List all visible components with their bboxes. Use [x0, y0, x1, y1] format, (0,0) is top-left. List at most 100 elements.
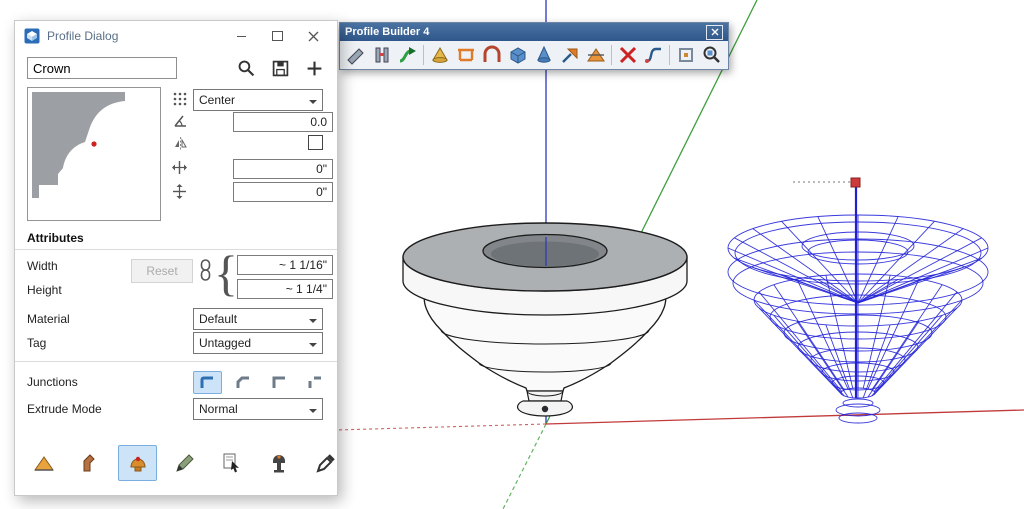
- close-icon: [711, 28, 719, 36]
- box-tool-button[interactable]: [505, 43, 530, 67]
- profile-name-input[interactable]: [27, 57, 177, 79]
- weld-tool-button[interactable]: [641, 43, 666, 67]
- extrude-mode-select[interactable]: Normal: [193, 398, 323, 420]
- tag-select-value: Untagged: [199, 336, 251, 350]
- frame-tool-button[interactable]: [673, 43, 698, 67]
- edit-profile-icon: [173, 451, 197, 475]
- profile-preview[interactable]: [27, 87, 161, 221]
- dialog-title: Profile Dialog: [47, 29, 118, 43]
- arch-icon: [481, 44, 503, 66]
- profile-header-actions: [237, 59, 323, 77]
- trim-tool-button[interactable]: [583, 43, 608, 67]
- junction-option-square[interactable]: [265, 371, 294, 394]
- toolbar-close-button[interactable]: [706, 25, 723, 40]
- flip-icon: [173, 136, 188, 151]
- add-profile-icon[interactable]: [306, 60, 323, 77]
- rotation-angle-icon: [173, 113, 188, 128]
- member-tool-button[interactable]: [343, 43, 368, 67]
- box-icon: [507, 44, 529, 66]
- chevron-down-icon: [309, 409, 317, 417]
- select-members-button[interactable]: [212, 445, 251, 481]
- toolbar-separator: [611, 45, 612, 65]
- wireframe-model[interactable]: [728, 215, 988, 423]
- place-profile-button[interactable]: [118, 445, 157, 481]
- minimize-button[interactable]: [234, 29, 248, 43]
- revolve-tool-button[interactable]: [427, 43, 452, 67]
- toolbar-separator: [669, 45, 670, 65]
- assembly-icon: [371, 44, 393, 66]
- revolve-icon: [429, 44, 451, 66]
- window-controls: [234, 29, 328, 43]
- rotation-field[interactable]: 0.0: [233, 112, 333, 132]
- offset-x-icon: [171, 160, 188, 175]
- junction-square-icon: [272, 376, 287, 389]
- cone-icon: [533, 44, 555, 66]
- save-icon[interactable]: [272, 60, 289, 77]
- split-icon: [617, 44, 639, 66]
- cone-tool-button[interactable]: [531, 43, 556, 67]
- close-button[interactable]: [306, 29, 320, 43]
- height-value: ~ 1 1/4": [286, 282, 327, 296]
- material-select[interactable]: Default: [193, 308, 323, 330]
- zoom-profile-tool-button[interactable]: [699, 43, 724, 67]
- stamp-tool-button[interactable]: [259, 445, 298, 481]
- toolbar-separator: [423, 45, 424, 65]
- follow-path-tool-button[interactable]: [395, 43, 420, 67]
- toolbar-title: Profile Builder 4: [345, 26, 429, 38]
- follow-path-icon: [397, 44, 419, 66]
- assembly-tool-button[interactable]: [369, 43, 394, 67]
- toolbar-icon-row: [340, 41, 728, 69]
- edit-profile-button[interactable]: [165, 445, 204, 481]
- dialog-titlebar: Profile Dialog: [15, 21, 337, 51]
- search-icon[interactable]: [237, 59, 255, 77]
- flip-checkbox[interactable]: [308, 135, 323, 150]
- junction-bevel-icon: [236, 376, 251, 389]
- maximize-button[interactable]: [270, 29, 284, 43]
- material-select-value: Default: [199, 312, 237, 326]
- tag-select[interactable]: Untagged: [193, 332, 323, 354]
- solid-model[interactable]: [403, 223, 687, 416]
- green-axis-negative: [503, 424, 546, 509]
- link-brace: {: [214, 247, 238, 299]
- junction-miter-icon: [200, 376, 215, 389]
- width-field[interactable]: ~ 1 1/16": [237, 255, 333, 275]
- member-icon: [345, 44, 367, 66]
- link-dimensions-icon[interactable]: [199, 259, 212, 281]
- eyedropper-button[interactable]: [306, 445, 345, 481]
- build-tool-button[interactable]: [24, 445, 63, 481]
- frame-icon: [675, 44, 697, 66]
- extrude-mode-label: Extrude Mode: [27, 402, 102, 416]
- divider: [15, 361, 337, 362]
- select-members-icon: [220, 451, 244, 475]
- red-axis-negative: [336, 424, 546, 430]
- offset-x-field[interactable]: 0": [233, 159, 333, 179]
- trim-icon: [585, 44, 607, 66]
- chevron-down-icon: [309, 319, 317, 327]
- split-tool-button[interactable]: [615, 43, 640, 67]
- profile-member-button[interactable]: [71, 445, 110, 481]
- close-icon: [308, 31, 319, 42]
- junction-option-none[interactable]: [301, 371, 330, 394]
- junction-none-icon: [308, 376, 323, 389]
- junction-option-miter[interactable]: [193, 371, 222, 394]
- attributes-heading: Attributes: [27, 231, 84, 245]
- offset-x-value: 0": [316, 162, 327, 176]
- extend-tool-button[interactable]: [557, 43, 582, 67]
- arch-tool-button[interactable]: [479, 43, 504, 67]
- truss-tool-button[interactable]: [453, 43, 478, 67]
- red-axis: [546, 410, 1024, 424]
- endpoint-marker[interactable]: [851, 178, 860, 187]
- reset-button[interactable]: Reset: [131, 259, 193, 283]
- anchor-grid-icon[interactable]: [173, 92, 187, 106]
- height-field[interactable]: ~ 1 1/4": [237, 279, 333, 299]
- zoom-profile-icon: [701, 44, 723, 66]
- place-profile-icon: [126, 451, 150, 475]
- eyedropper-icon: [314, 451, 338, 475]
- weld-icon: [643, 44, 665, 66]
- tag-label: Tag: [27, 336, 46, 350]
- profile-anchor-point: [91, 141, 96, 146]
- anchor-select[interactable]: Center: [193, 89, 323, 111]
- junctions-label: Junctions: [27, 375, 78, 389]
- junction-option-bevel[interactable]: [229, 371, 258, 394]
- offset-y-field[interactable]: 0": [233, 182, 333, 202]
